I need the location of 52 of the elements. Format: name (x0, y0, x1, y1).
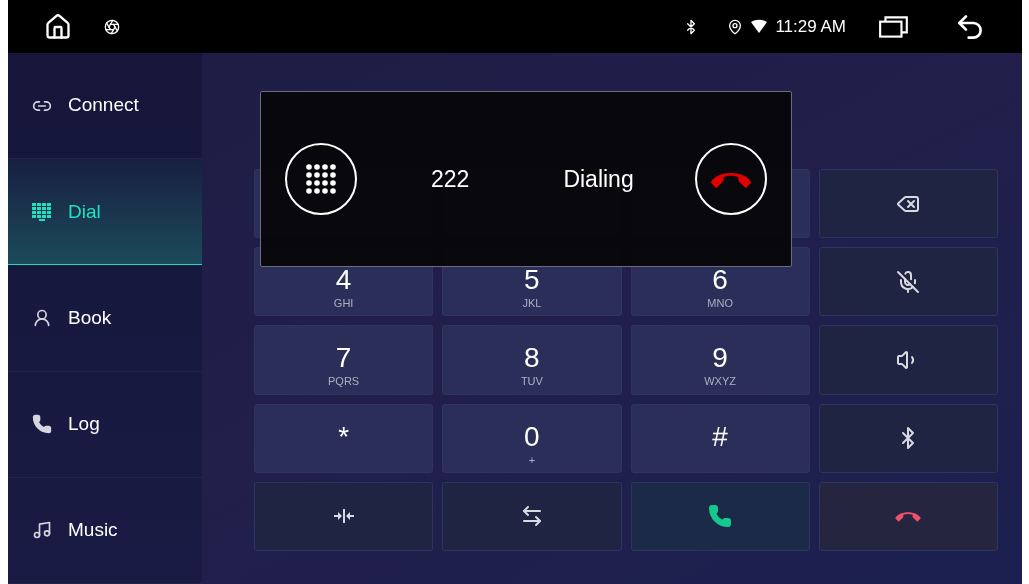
contact-icon (32, 308, 52, 328)
key-digit: 8 (524, 341, 540, 373)
key-letters: + (528, 454, 536, 466)
aperture-icon (104, 18, 120, 35)
mute-button[interactable] (818, 247, 998, 317)
keypad-key[interactable]: # (630, 403, 810, 473)
call-status: Dialing (563, 164, 634, 194)
key-digit: 6 (712, 263, 728, 295)
key-digit: 4 (335, 263, 352, 295)
keypad-icon (32, 201, 52, 222)
merge-button[interactable] (254, 481, 434, 551)
call-icon (708, 504, 733, 529)
key-digit: 9 (712, 341, 728, 373)
sidebar-item[interactable]: Dial (8, 159, 202, 266)
backspace-button[interactable] (818, 169, 998, 239)
key-digit: 7 (335, 341, 352, 373)
keypad-key[interactable]: 8 TUV (442, 325, 622, 395)
music-note-icon (32, 520, 52, 541)
sidebar-item[interactable]: Music (8, 477, 202, 584)
keypad-key[interactable]: 0 + (442, 403, 622, 473)
key-digit: 5 (524, 263, 540, 295)
sidebar-item[interactable]: Book (8, 265, 202, 372)
clock-time: 11:29 AM (775, 15, 846, 38)
key-letters: GHI (333, 298, 354, 310)
location-icon (727, 18, 744, 35)
keypad-key[interactable]: 7 PQRS (254, 325, 434, 395)
key-digit: # (712, 419, 728, 451)
hangup-button[interactable] (818, 481, 998, 551)
swap-button[interactable] (442, 481, 622, 551)
phone-icon (32, 414, 52, 435)
key-letters: MNO (707, 298, 733, 310)
speaker-button[interactable] (818, 325, 998, 395)
wifi-icon (751, 18, 768, 35)
keypad-key[interactable]: * (254, 403, 434, 473)
key-letters: WXYZ (704, 376, 736, 388)
mic-muted-icon (896, 269, 921, 294)
key-digit: 0 (524, 419, 540, 451)
dialed-number: 222 (431, 164, 470, 194)
keypad-toggle-button[interactable] (285, 143, 357, 215)
call-button[interactable] (630, 481, 810, 551)
dialpad-icon (305, 163, 337, 195)
key-letters: PQRS (328, 376, 360, 388)
merge-arrows-icon (333, 508, 354, 525)
end-call-button[interactable] (695, 143, 767, 215)
keypad-key[interactable]: 9 WXYZ (630, 325, 810, 395)
recent-apps-icon[interactable] (878, 14, 910, 39)
sidebar-item[interactable]: Log (8, 371, 202, 478)
key-letters: TUV (520, 376, 543, 388)
key-digit: * (338, 419, 350, 451)
home-icon[interactable] (44, 12, 72, 41)
bluetooth-button[interactable] (818, 403, 998, 473)
key-letters: JKL (522, 298, 542, 310)
